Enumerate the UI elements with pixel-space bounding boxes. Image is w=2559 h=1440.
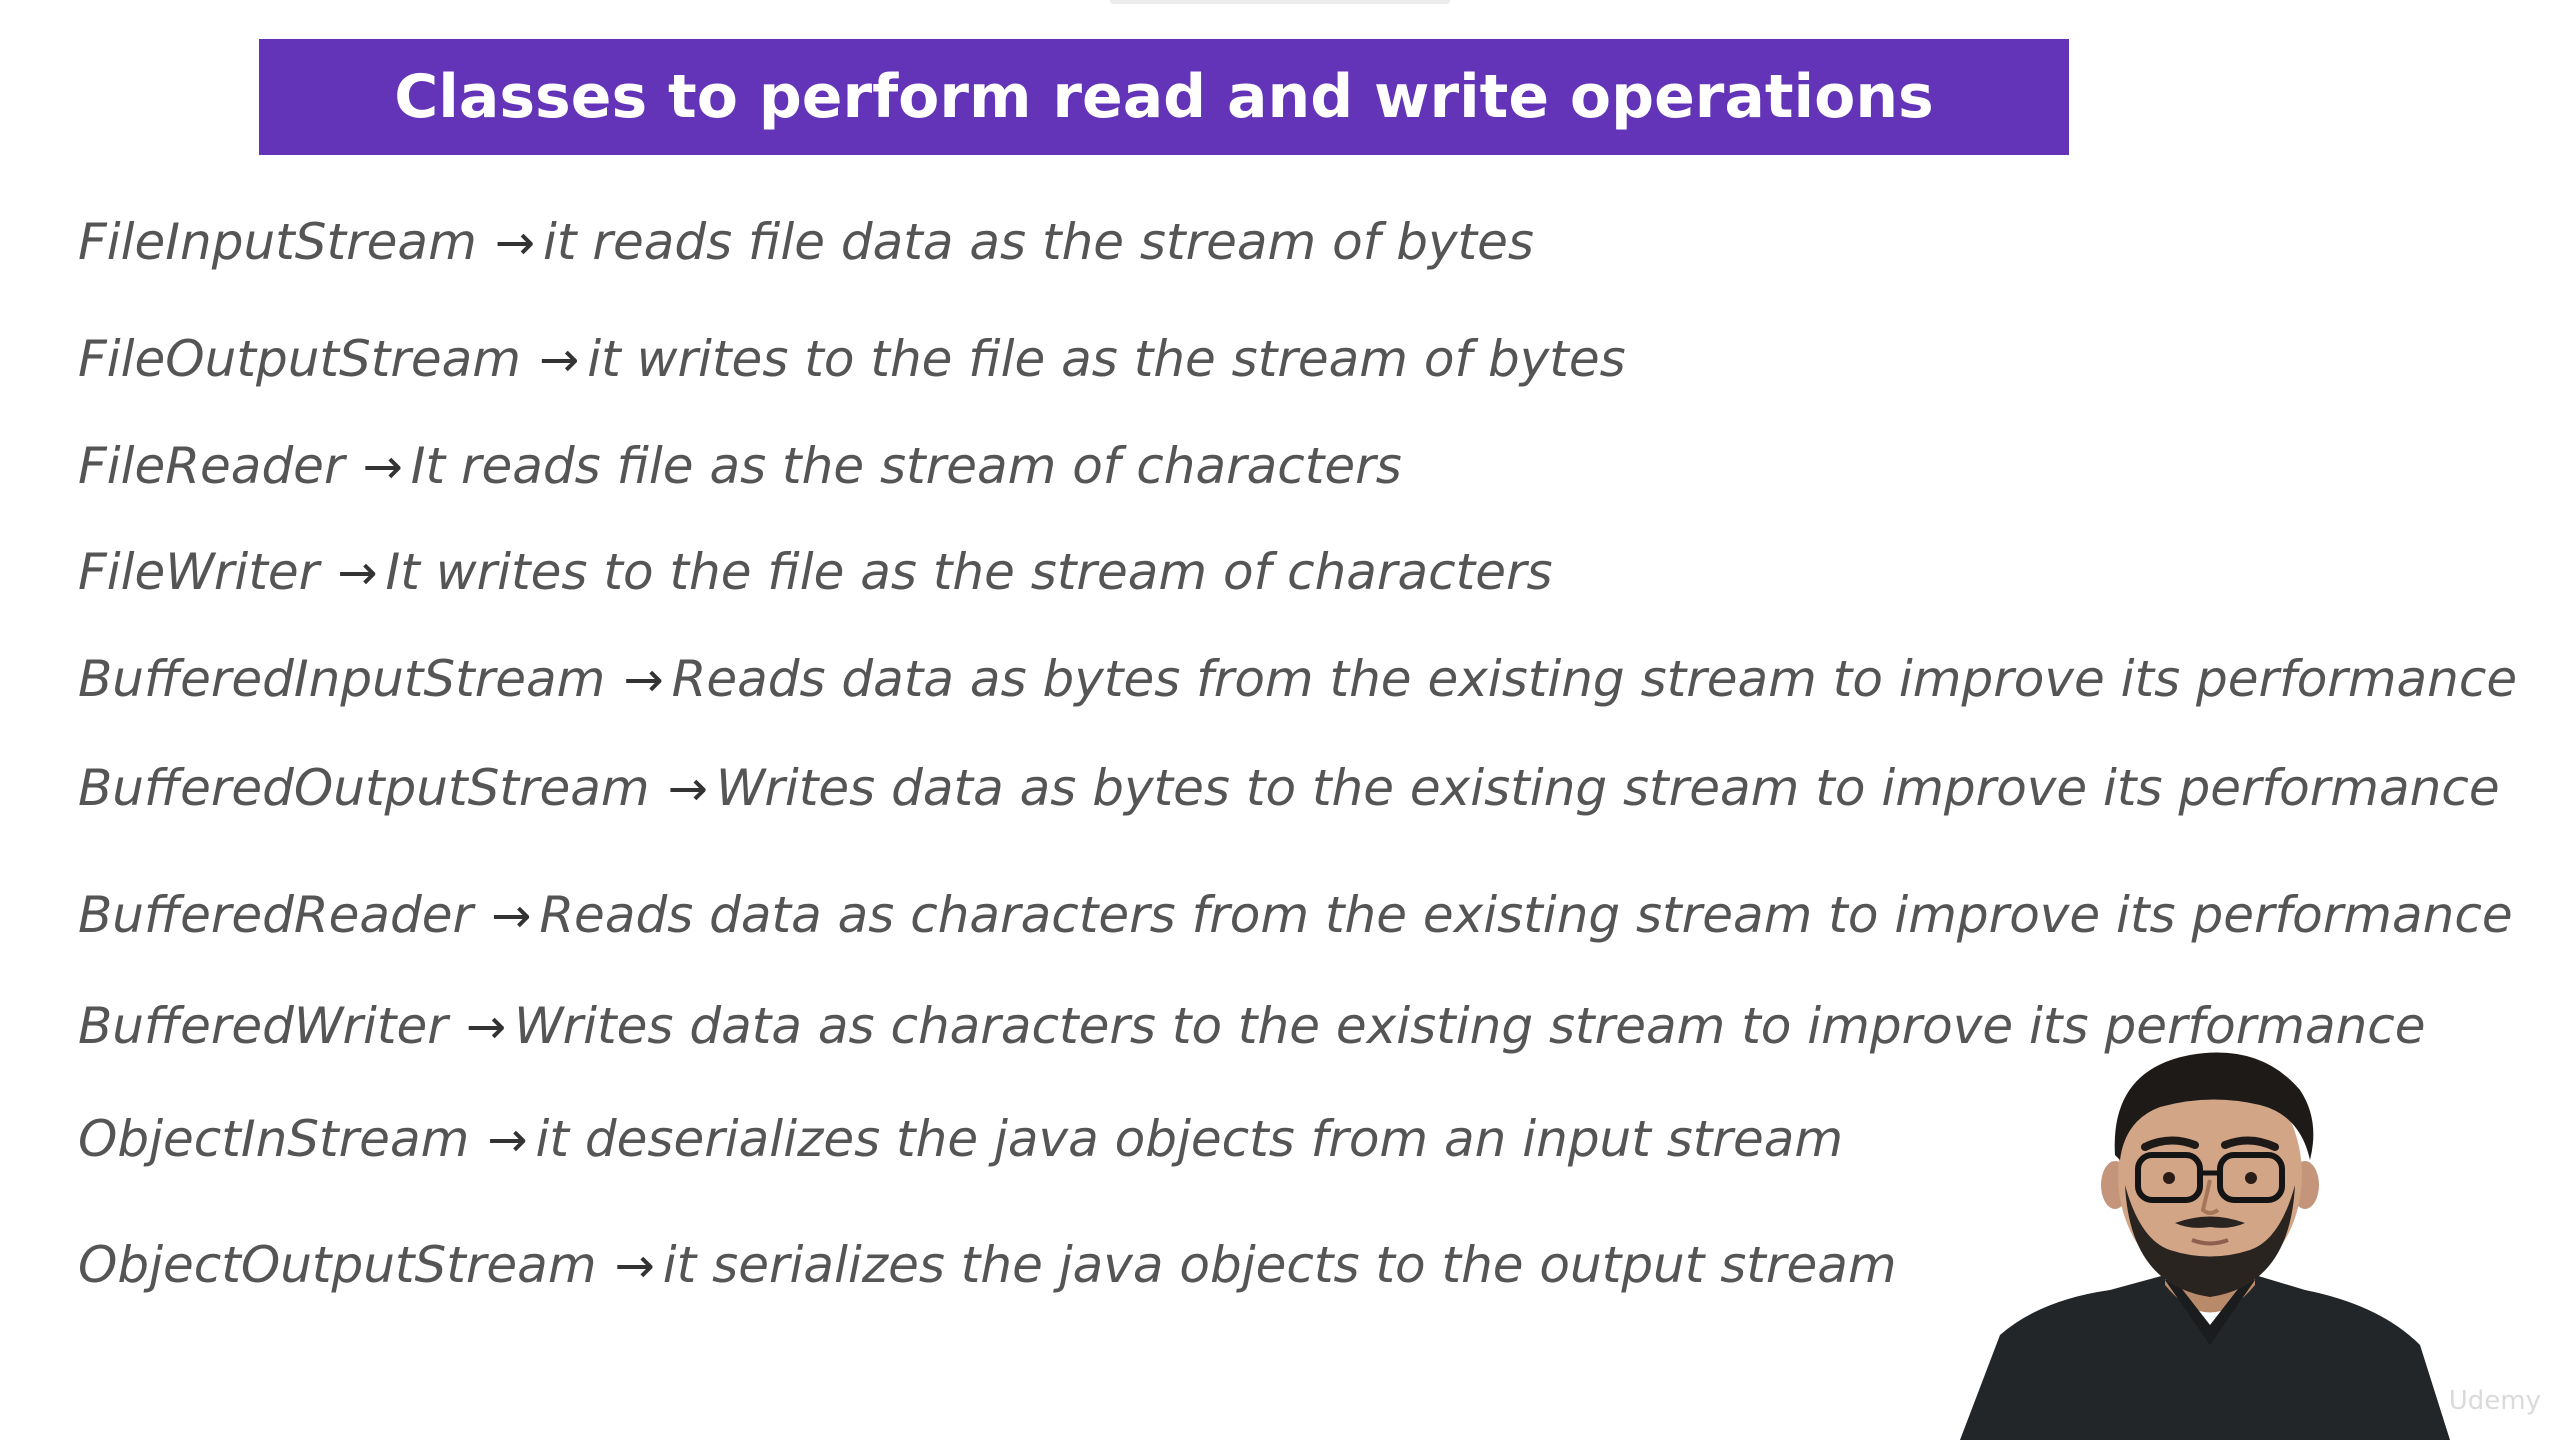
right-arrow-icon: → — [667, 761, 708, 817]
class-name: ObjectOutputStream — [78, 1236, 597, 1294]
list-item: FileOutputStream → it writes to the file a… — [78, 329, 1626, 389]
class-name: FileWriter — [78, 543, 320, 601]
presenter-video-overlay — [1960, 1035, 2450, 1440]
class-description: It writes to the file as the stream of c… — [385, 543, 1553, 601]
class-description: it serializes the java objects to the ou… — [662, 1236, 1897, 1294]
class-name: BufferedReader — [78, 886, 474, 944]
class-description: Reads data as characters from the existi… — [539, 886, 2513, 944]
right-arrow-icon: → — [494, 215, 535, 271]
class-name: FileOutputStream — [78, 330, 521, 388]
class-description: Writes data as bytes to the existing str… — [715, 759, 2500, 817]
slide: Classes to perform read and write operat… — [0, 0, 2559, 1440]
class-name: BufferedInputStream — [78, 650, 606, 708]
list-item: FileWriter → It writes to the file as the … — [78, 542, 1553, 602]
class-description: Reads data as bytes from the existing st… — [671, 650, 2518, 708]
list-item: BufferedOutputStream → Writes data as byte… — [78, 758, 2500, 818]
class-description: it reads file data as the stream of byte… — [543, 213, 1534, 271]
list-item: FileReader → It reads file as the stream o… — [78, 436, 1402, 496]
list-item: FileInputStream → it reads file data as th… — [78, 212, 1534, 272]
list-item: BufferedReader → Reads data as characters … — [78, 885, 2513, 945]
udemy-watermark: Udemy — [2448, 1386, 2541, 1416]
right-arrow-icon: → — [491, 888, 532, 944]
right-arrow-icon: → — [614, 1238, 655, 1294]
list-item: ObjectOutputStream → it serializes the jav… — [78, 1235, 1897, 1295]
right-arrow-icon: → — [487, 1112, 528, 1168]
class-name: BufferedOutputStream — [78, 759, 650, 817]
class-description: it writes to the file as the stream of b… — [587, 330, 1626, 388]
presenter-figure-icon — [1960, 1052, 2450, 1440]
class-name: FileReader — [78, 437, 345, 495]
class-description: It reads file as the stream of character… — [410, 437, 1402, 495]
right-arrow-icon: → — [623, 652, 664, 708]
right-arrow-icon: → — [539, 332, 580, 388]
right-arrow-icon: → — [465, 999, 507, 1055]
right-arrow-icon: → — [337, 545, 378, 601]
class-name: BufferedWriter — [78, 997, 448, 1055]
right-arrow-icon: → — [362, 439, 403, 495]
class-name: FileInputStream — [78, 213, 477, 271]
list-item: BufferedInputStream → Reads data as bytes … — [78, 649, 2517, 709]
class-description: it deserializes the java objects from an… — [535, 1110, 1844, 1168]
class-name: ObjectInStream — [78, 1110, 470, 1168]
list-item: ObjectInStream → it deserializes the java … — [78, 1109, 1843, 1169]
